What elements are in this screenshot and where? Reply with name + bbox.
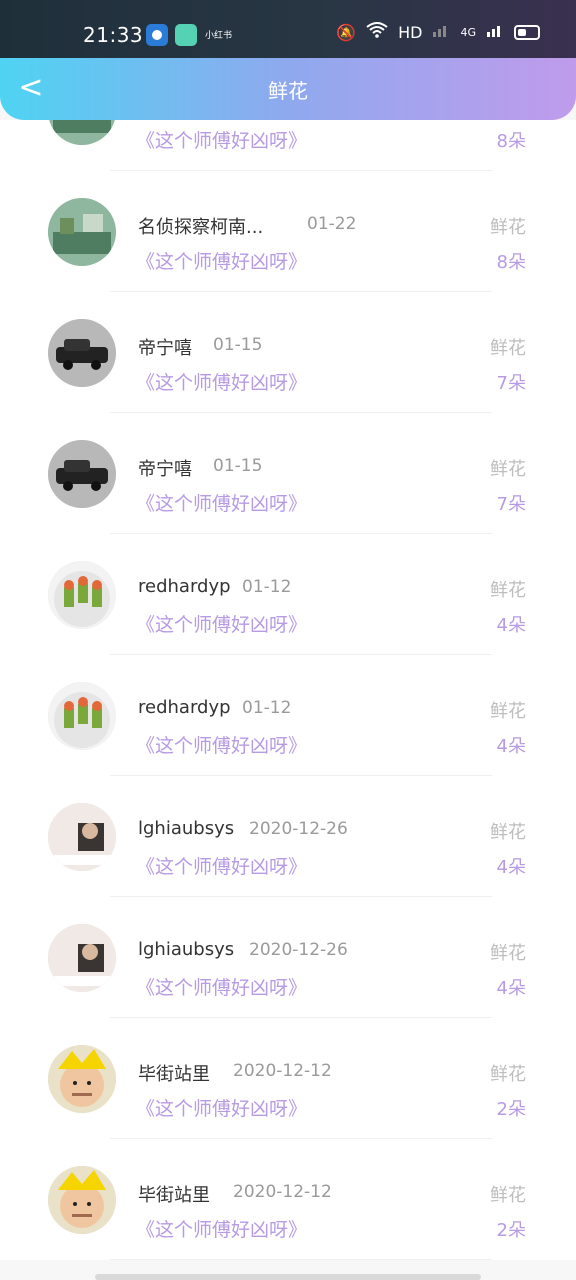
work-title-link[interactable]: 《这个师傅好凶呀》 bbox=[136, 973, 307, 1000]
avatar[interactable] bbox=[48, 120, 116, 145]
work-title-link[interactable]: 《这个师傅好凶呀》 bbox=[136, 126, 307, 153]
gift-label: 鲜花 bbox=[490, 1185, 526, 1206]
flower-count: 7朵 bbox=[496, 494, 526, 515]
work-title-link[interactable]: 《这个师傅好凶呀》 bbox=[136, 1094, 307, 1121]
work-title-link[interactable]: 《这个师傅好凶呀》 bbox=[136, 368, 307, 395]
work-title-link[interactable]: 《这个师傅好凶呀》 bbox=[136, 247, 307, 274]
date-text: 2020-12-12 bbox=[233, 1182, 332, 1202]
app-blue-icon bbox=[146, 24, 168, 46]
list-item[interactable]: 毕街站里 2020-12-12 鲜花《这个师傅好凶呀》 2朵 bbox=[0, 1139, 576, 1260]
flower-count: 4朵 bbox=[496, 615, 526, 636]
user-name: 毕街站里 bbox=[138, 1064, 210, 1085]
list-item[interactable]: 帝宁嘻 01-15 鲜花《这个师傅好凶呀》 7朵 bbox=[0, 292, 576, 413]
work-title-link[interactable]: 《这个师傅好凶呀》 bbox=[136, 731, 307, 758]
list-item[interactable]: redhardyp 01-12 鲜花《这个师傅好凶呀》 4朵 bbox=[0, 655, 576, 776]
signal-icon bbox=[432, 22, 450, 42]
gift-label: 鲜花 bbox=[490, 943, 526, 964]
avatar[interactable] bbox=[48, 682, 116, 750]
flower-count: 8朵 bbox=[496, 131, 526, 152]
date-text: 2020-12-26 bbox=[249, 940, 348, 960]
user-name: 毕街站里 bbox=[138, 1185, 210, 1206]
flower-count: 7朵 bbox=[496, 373, 526, 394]
network-4g-label: 4G bbox=[460, 25, 476, 39]
avatar[interactable] bbox=[48, 561, 116, 629]
date-text: 01-15 bbox=[213, 335, 263, 355]
hd-label: HD bbox=[398, 22, 423, 42]
avatar[interactable] bbox=[48, 319, 116, 387]
gift-label: 鲜花 bbox=[490, 701, 526, 722]
date-text: 01-22 bbox=[307, 214, 357, 234]
user-name: redhardyp bbox=[138, 576, 231, 597]
list-item[interactable]: lghiaubsys 2020-12-26 鲜花《这个师傅好凶呀》 4朵 bbox=[0, 776, 576, 897]
date-text: 01-12 bbox=[242, 577, 292, 597]
date-text: 01-15 bbox=[213, 456, 263, 476]
avatar[interactable] bbox=[48, 1045, 116, 1113]
app-green-icon bbox=[175, 24, 197, 46]
flower-count: 4朵 bbox=[496, 857, 526, 878]
flower-count: 4朵 bbox=[496, 736, 526, 757]
work-title-link[interactable]: 《这个师傅好凶呀》 bbox=[136, 1215, 307, 1242]
gift-label: 鲜花 bbox=[490, 217, 526, 238]
status-time: 21:33 bbox=[83, 23, 144, 47]
small-app-label: 小红书 bbox=[205, 31, 233, 41]
user-name: lghiaubsys bbox=[138, 939, 235, 960]
user-name: 帝宁嘻 bbox=[138, 459, 192, 480]
date-text: 2020-12-12 bbox=[233, 1061, 332, 1081]
list-item[interactable]: 名侦探察柯南... 01-22 鲜花《这个师傅好凶呀》 8朵 bbox=[0, 171, 576, 292]
list-item[interactable]: lghiaubsys 2020-12-26 鲜花《这个师傅好凶呀》 4朵 bbox=[0, 897, 576, 1018]
avatar[interactable] bbox=[48, 924, 116, 992]
status-right-group: 🔕 HD 4G bbox=[336, 22, 540, 42]
date-text: 01-12 bbox=[242, 698, 292, 718]
mute-bell-icon: 🔕 bbox=[336, 22, 357, 42]
work-title-link[interactable]: 《这个师傅好凶呀》 bbox=[136, 852, 307, 879]
work-title-link[interactable]: 《这个师傅好凶呀》 bbox=[136, 610, 307, 637]
avatar[interactable] bbox=[48, 440, 116, 508]
work-title-link[interactable]: 《这个师傅好凶呀》 bbox=[136, 489, 307, 516]
flower-count: 2朵 bbox=[496, 1220, 526, 1241]
list-item[interactable]: 毕街站里 2020-12-12 鲜花《这个师傅好凶呀》 2朵 bbox=[0, 1018, 576, 1139]
user-name: lghiaubsys bbox=[138, 818, 235, 839]
row-divider bbox=[110, 1259, 492, 1260]
gift-label: 鲜花 bbox=[490, 459, 526, 480]
gift-label: 鲜花 bbox=[490, 1064, 526, 1085]
home-indicator[interactable] bbox=[95, 1274, 481, 1280]
flower-count: 4朵 bbox=[496, 978, 526, 999]
user-name: 名侦探察柯南... bbox=[138, 217, 264, 238]
flower-count: 2朵 bbox=[496, 1099, 526, 1120]
battery-icon bbox=[514, 24, 540, 40]
list-item[interactable]: 《这个师傅好凶呀》 8朵 bbox=[0, 120, 576, 171]
wifi-icon bbox=[366, 22, 388, 42]
header-bar: < 鲜花 bbox=[0, 58, 576, 120]
gift-label: 鲜花 bbox=[490, 822, 526, 843]
date-text: 2020-12-26 bbox=[249, 819, 348, 839]
user-name: 帝宁嘻 bbox=[138, 338, 192, 359]
flower-count: 8朵 bbox=[496, 252, 526, 273]
avatar[interactable] bbox=[48, 198, 116, 266]
gift-label: 鲜花 bbox=[490, 338, 526, 359]
flower-list: 《这个师傅好凶呀》 8朵 名侦探察柯南... 01-22 鲜花 《这个师傅好凶呀》 8朵 帝宁… bbox=[0, 120, 576, 1280]
gift-label: 鲜花 bbox=[490, 580, 526, 601]
avatar[interactable] bbox=[48, 803, 116, 871]
user-name: redhardyp bbox=[138, 697, 231, 718]
list-item[interactable]: redhardyp 01-12 鲜花《这个师傅好凶呀》 4朵 bbox=[0, 534, 576, 655]
avatar[interactable] bbox=[48, 1166, 116, 1234]
list-item[interactable]: 帝宁嘻 01-15 鲜花《这个师傅好凶呀》 7朵 bbox=[0, 413, 576, 534]
signal-strong-icon bbox=[486, 22, 504, 42]
page-title: 鲜花 bbox=[268, 79, 308, 103]
